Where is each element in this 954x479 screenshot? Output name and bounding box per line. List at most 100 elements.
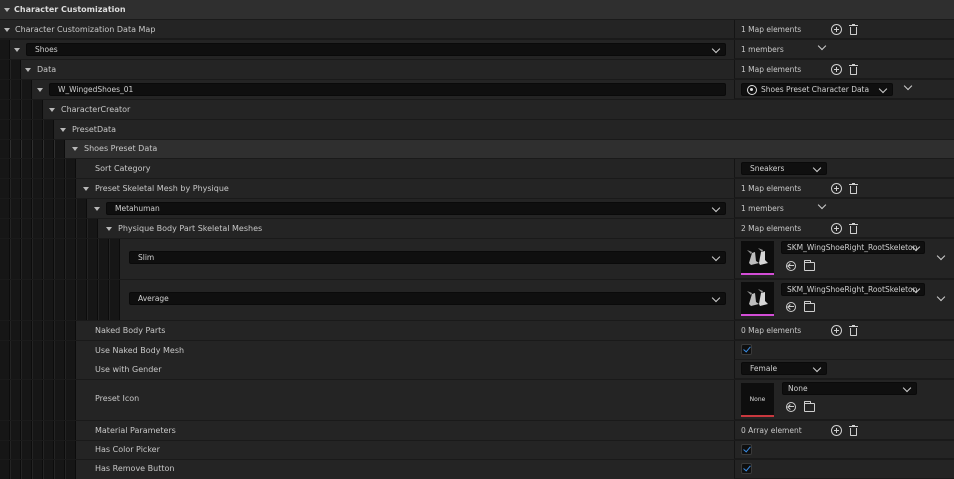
has-color-picker-label: Has Color Picker [95,445,160,454]
map-element-count: 1 Map elements [741,65,802,74]
gender-selected: Female [750,364,778,373]
body-part-meshes-value: 2 Map elements [734,219,954,238]
delete-trash-icon[interactable] [849,64,858,75]
delete-trash-icon[interactable] [849,425,858,436]
category-title: Character Customization [14,5,126,14]
collapse-arrow-icon[interactable] [72,147,78,151]
chevron-down-icon[interactable] [817,41,827,51]
collapse-arrow-icon[interactable] [4,28,10,32]
gender-dropdown[interactable]: Female [741,362,827,375]
use-selected-icon[interactable] [786,402,796,412]
add-element-icon[interactable] [831,183,842,194]
collapse-arrow-icon[interactable] [83,187,89,191]
chevron-down-icon[interactable] [936,251,946,261]
chevron-down-icon[interactable] [817,200,827,210]
chevron-down-icon [812,363,822,373]
map-element-count: 1 Map elements [741,25,802,34]
use-with-gender-value: Female [734,360,954,379]
body-part-meshes-label: Physique Body Part Skeletal Meshes [118,224,263,233]
asset-key-field[interactable]: W_WingedShoes_01 [49,83,726,96]
sort-category-dropdown[interactable]: Sneakers [741,162,827,175]
collapse-arrow-icon[interactable] [4,8,10,12]
add-element-icon[interactable] [831,325,842,336]
chevron-down-icon [711,293,721,303]
details-panel: Character Customization Character Custom… [0,0,954,479]
slim-key-combo[interactable]: Slim [129,251,726,264]
skeletal-mesh-by-physique-row: Preset Skeletal Mesh by Physique 1 Map e… [0,179,954,198]
asset-class-icon [747,85,757,95]
shoe-thumbnail-icon [747,289,768,306]
preset-icon-thumbnail[interactable]: None [741,383,774,417]
chevron-down-icon[interactable] [936,292,946,302]
delete-trash-icon[interactable] [849,223,858,234]
slim-entry-row: Slim SKM_WingShoeRight_RootSkeleton [0,239,954,279]
mesh-asset-combo[interactable]: SKM_WingShoeRight_RootSkeleton [781,283,925,296]
use-selected-icon[interactable] [786,261,796,271]
collapse-arrow-icon[interactable] [37,88,43,92]
use-naked-body-mesh-label: Use Naked Body Mesh [95,346,185,355]
character-creator-row: CharacterCreator [0,100,954,119]
has-remove-button-value [734,460,954,479]
has-remove-button-label: Has Remove Button [95,464,175,473]
add-element-icon[interactable] [831,425,842,436]
delete-trash-icon[interactable] [849,183,858,194]
data-map-value: 1 Map elements [734,20,954,39]
naked-body-parts-label: Naked Body Parts [95,326,166,335]
slim-key-text: Slim [138,253,155,262]
collapse-arrow-icon[interactable] [25,68,31,72]
use-with-gender-row: Use with Gender Female [0,360,954,379]
collapse-arrow-icon[interactable] [14,48,20,52]
use-naked-body-mesh-row: Use Naked Body Mesh [0,341,954,360]
shoes-key-combo[interactable]: Shoes [26,43,726,56]
asset-class-value: Shoes Preset Character Data [734,80,954,99]
data-map-row: Character Customization Data Map 1 Map e… [0,20,954,39]
add-element-icon[interactable] [831,223,842,234]
has-color-picker-checkbox[interactable] [741,444,752,455]
has-remove-button-checkbox[interactable] [741,463,752,474]
chevron-down-icon [812,163,822,173]
add-element-icon[interactable] [831,24,842,35]
use-naked-body-mesh-checkbox[interactable] [741,344,752,355]
mesh-asset-combo[interactable]: SKM_WingShoeRight_RootSkeleton [781,241,925,254]
asset-key-text: W_WingedShoes_01 [58,85,134,94]
mesh-asset-text: SKM_WingShoeRight_RootSkeleton [787,243,918,252]
data-value: 1 Map elements [734,60,954,79]
category-header-row[interactable]: Character Customization [0,0,954,19]
mesh-thumbnail[interactable] [741,241,774,275]
collapse-arrow-icon[interactable] [94,207,100,211]
chevron-down-icon[interactable] [903,81,913,91]
chevron-down-icon [878,84,888,94]
sort-category-selected: Sneakers [750,164,785,173]
use-naked-body-mesh-value [734,341,954,360]
naked-body-parts-row: Naked Body Parts 0 Map elements [0,321,954,340]
metahuman-key-text: Metahuman [115,204,160,213]
delete-trash-icon[interactable] [849,325,858,336]
browse-folder-icon[interactable] [803,401,815,412]
collapse-arrow-icon[interactable] [60,128,66,132]
sort-category-value: Sneakers [734,159,954,178]
skeletal-mesh-by-physique-value: 1 Map elements [734,179,954,198]
average-key-combo[interactable]: Average [129,292,726,305]
collapse-arrow-icon[interactable] [106,227,112,231]
browse-folder-icon[interactable] [803,301,815,312]
has-color-picker-value [734,441,954,459]
browse-folder-icon[interactable] [803,260,815,271]
use-selected-icon[interactable] [786,302,796,312]
has-remove-button-row: Has Remove Button [0,460,954,479]
asset-key-row: W_WingedShoes_01 Shoes Preset Character … [0,80,954,99]
data-map-label: Character Customization Data Map [15,25,156,34]
add-element-icon[interactable] [831,64,842,75]
body-part-meshes-row: Physique Body Part Skeletal Meshes 2 Map… [0,219,954,238]
metahuman-key-value: 1 members [734,199,954,218]
preset-icon-row: Preset Icon None None [0,380,954,420]
preset-icon-asset-text: None [788,384,808,393]
map-element-count: 2 Map elements [741,224,802,233]
delete-trash-icon[interactable] [849,24,858,35]
preset-icon-asset-combo[interactable]: None [782,382,917,395]
preset-icon-label: Preset Icon [95,394,140,403]
metahuman-key-combo[interactable]: Metahuman [106,202,726,215]
asset-class-combo[interactable]: Shoes Preset Character Data [741,83,893,96]
collapse-arrow-icon[interactable] [49,108,55,112]
mesh-thumbnail[interactable] [741,282,774,316]
chevron-down-icon [711,252,721,262]
